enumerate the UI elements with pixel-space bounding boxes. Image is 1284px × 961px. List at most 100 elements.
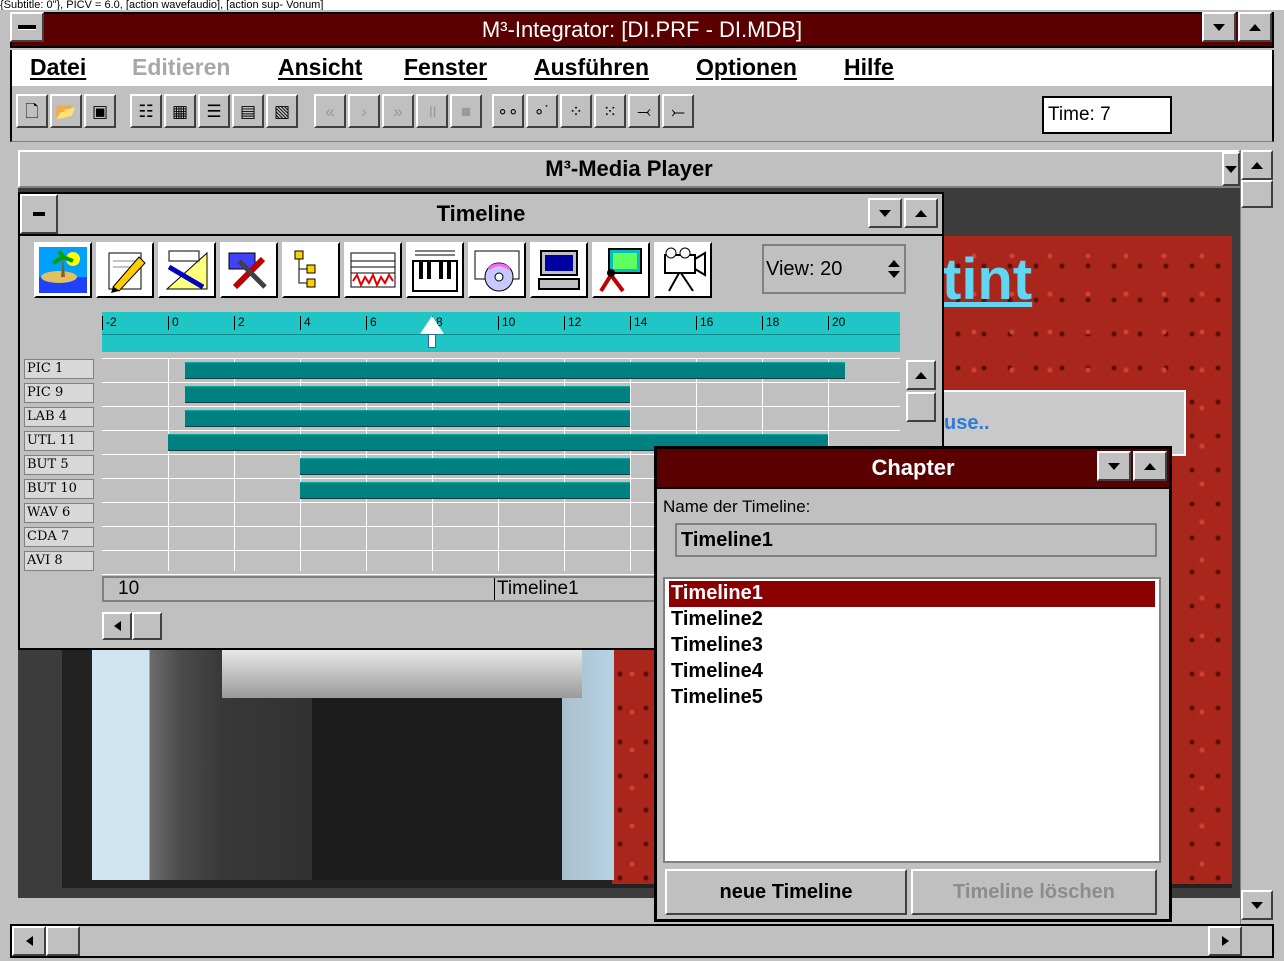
ungroup-button[interactable]: ⁙: [594, 94, 626, 128]
report-icon: ▤: [239, 101, 257, 121]
drawing-tools-button[interactable]: [158, 242, 216, 298]
stop-button[interactable]: ■: [450, 94, 482, 128]
timeline-horizontal-scrollbar[interactable]: [102, 612, 662, 640]
picture-frame-tool-button[interactable]: [592, 242, 650, 298]
arrow-down-icon: [1251, 901, 1263, 909]
menu-fenster[interactable]: Fenster: [404, 54, 487, 81]
utilities-tool-button[interactable]: [220, 242, 278, 298]
list-item[interactable]: Timeline3: [669, 633, 1155, 659]
ruler-tick-label: 16: [696, 316, 713, 330]
playhead-arrow-icon[interactable]: [420, 316, 444, 334]
picture-tool-button[interactable]: [34, 242, 92, 298]
main-scroll-left-button[interactable]: [12, 926, 46, 956]
timeline-scroll-left-button[interactable]: [102, 612, 132, 640]
track-bar[interactable]: [184, 362, 845, 379]
tree-tool-button[interactable]: [282, 242, 340, 298]
maximize-icon: [915, 209, 927, 217]
chapter-minimize-button[interactable]: [1097, 451, 1131, 481]
menu-editieren[interactable]: Editieren: [132, 54, 230, 81]
timeline-list[interactable]: Timeline1 Timeline2 Timeline3 Timeline4 …: [663, 577, 1161, 863]
scroll-thumb[interactable]: [1241, 180, 1273, 208]
track-bar[interactable]: [300, 458, 630, 475]
track-bar[interactable]: [300, 482, 630, 499]
list-item[interactable]: Timeline2: [669, 607, 1155, 633]
scroll-up-button[interactable]: [1241, 150, 1273, 180]
group-button[interactable]: ⁘: [560, 94, 592, 128]
arrow-right-icon: [1221, 936, 1229, 946]
timeline-hscroll-thumb[interactable]: [132, 612, 162, 640]
partial-link-text[interactable]: use..: [944, 412, 990, 435]
list-item[interactable]: Timeline5: [669, 685, 1155, 711]
form-button[interactable]: ☰: [198, 94, 230, 128]
wave-audio-tool-button[interactable]: [344, 242, 402, 298]
pause-button[interactable]: ॥: [416, 94, 448, 128]
menu-bar: Datei Editieren Ansicht Fenster Ausführe…: [10, 50, 1274, 86]
table-button[interactable]: ▦: [164, 94, 196, 128]
track-label[interactable]: WAV 6: [24, 503, 94, 523]
chapter-maximize-button[interactable]: [1133, 451, 1167, 481]
track-bar[interactable]: [184, 386, 630, 403]
main-horizontal-scrollbar[interactable]: [10, 924, 1274, 958]
cd-audio-tool-button[interactable]: [468, 242, 526, 298]
fast-forward-button[interactable]: »: [382, 94, 414, 128]
list-item[interactable]: Timeline4: [669, 659, 1155, 685]
video-camera-tool-button[interactable]: [654, 242, 712, 298]
main-scroll-right-button[interactable]: [1208, 926, 1242, 956]
new-timeline-button[interactable]: neue Timeline: [665, 869, 907, 915]
link-button[interactable]: ∘∘: [492, 94, 524, 128]
ruler-tick-label: 18: [762, 316, 779, 330]
properties-button[interactable]: ☷: [130, 94, 162, 128]
rewind-button[interactable]: «: [314, 94, 346, 128]
menu-hilfe[interactable]: Hilfe: [844, 54, 894, 81]
list-item[interactable]: Timeline1: [669, 581, 1155, 607]
minimize-button[interactable]: [1202, 12, 1236, 42]
chapter-title-bar: Chapter: [657, 449, 1169, 489]
timeline-minimize-button[interactable]: [868, 198, 902, 228]
timeline-name-field[interactable]: Timeline1: [675, 523, 1157, 557]
timeline-maximize-button[interactable]: [904, 198, 938, 228]
menu-ausfuehren[interactable]: Ausführen: [534, 54, 649, 81]
step-back-button[interactable]: ⤙: [628, 94, 660, 128]
track-label[interactable]: UTL 11: [24, 431, 94, 451]
report-button[interactable]: ▤: [232, 94, 264, 128]
menu-datei[interactable]: Datei: [30, 54, 86, 81]
step-forward-button[interactable]: ⤚: [662, 94, 694, 128]
view-spinner[interactable]: [884, 252, 904, 286]
open-folder-button[interactable]: 📂: [50, 94, 82, 128]
ruler-tick-label: 2: [234, 316, 245, 330]
track-label[interactable]: BUT 5: [24, 455, 94, 475]
track-label[interactable]: CDA 7: [24, 527, 94, 547]
ruler-tick-label: 4: [300, 316, 311, 330]
pencil-tool-button[interactable]: [96, 242, 154, 298]
ruler-tick-label: 12: [564, 316, 581, 330]
group-icon: ⁘: [568, 101, 584, 121]
menu-ansicht[interactable]: Ansicht: [278, 54, 362, 81]
media-player-minimize-button[interactable]: [1222, 152, 1240, 186]
save-disk-button[interactable]: ▣: [84, 94, 116, 128]
maximize-button[interactable]: [1238, 12, 1272, 42]
timeline-scroll-thumb[interactable]: [906, 392, 936, 422]
track-label[interactable]: LAB 4: [24, 407, 94, 427]
computer-tool-button[interactable]: [530, 242, 588, 298]
media-player-vertical-scrollbar[interactable]: [1240, 150, 1274, 924]
menu-optionen[interactable]: Optionen: [696, 54, 797, 81]
grid-line: [168, 359, 169, 571]
track-label[interactable]: PIC 1: [24, 359, 94, 379]
chapter-window: Chapter Name der Timeline: Timeline1 Tim…: [654, 446, 1172, 922]
track-label[interactable]: PIC 9: [24, 383, 94, 403]
new-file-button[interactable]: 🗋: [16, 94, 48, 128]
unlink-button[interactable]: ∘˙: [526, 94, 558, 128]
midi-keyboard-tool-button[interactable]: [406, 242, 464, 298]
delete-timeline-button[interactable]: Timeline löschen: [911, 869, 1157, 915]
stop-icon: ■: [460, 101, 472, 121]
main-hscroll-thumb[interactable]: [46, 926, 80, 956]
track-label[interactable]: BUT 10: [24, 479, 94, 499]
track-label[interactable]: AVI 8: [24, 551, 94, 571]
scroll-down-button[interactable]: [1241, 890, 1273, 920]
view-zoom-field[interactable]: View: 20: [762, 244, 906, 294]
play-button[interactable]: ›: [348, 94, 380, 128]
query-button[interactable]: ▧: [266, 94, 298, 128]
timeline-ruler[interactable]: -2 0 2 4 6 8 10 12 14 16 18 20: [102, 312, 900, 352]
track-bar[interactable]: [184, 410, 630, 427]
timeline-scroll-up-button[interactable]: [906, 360, 936, 390]
